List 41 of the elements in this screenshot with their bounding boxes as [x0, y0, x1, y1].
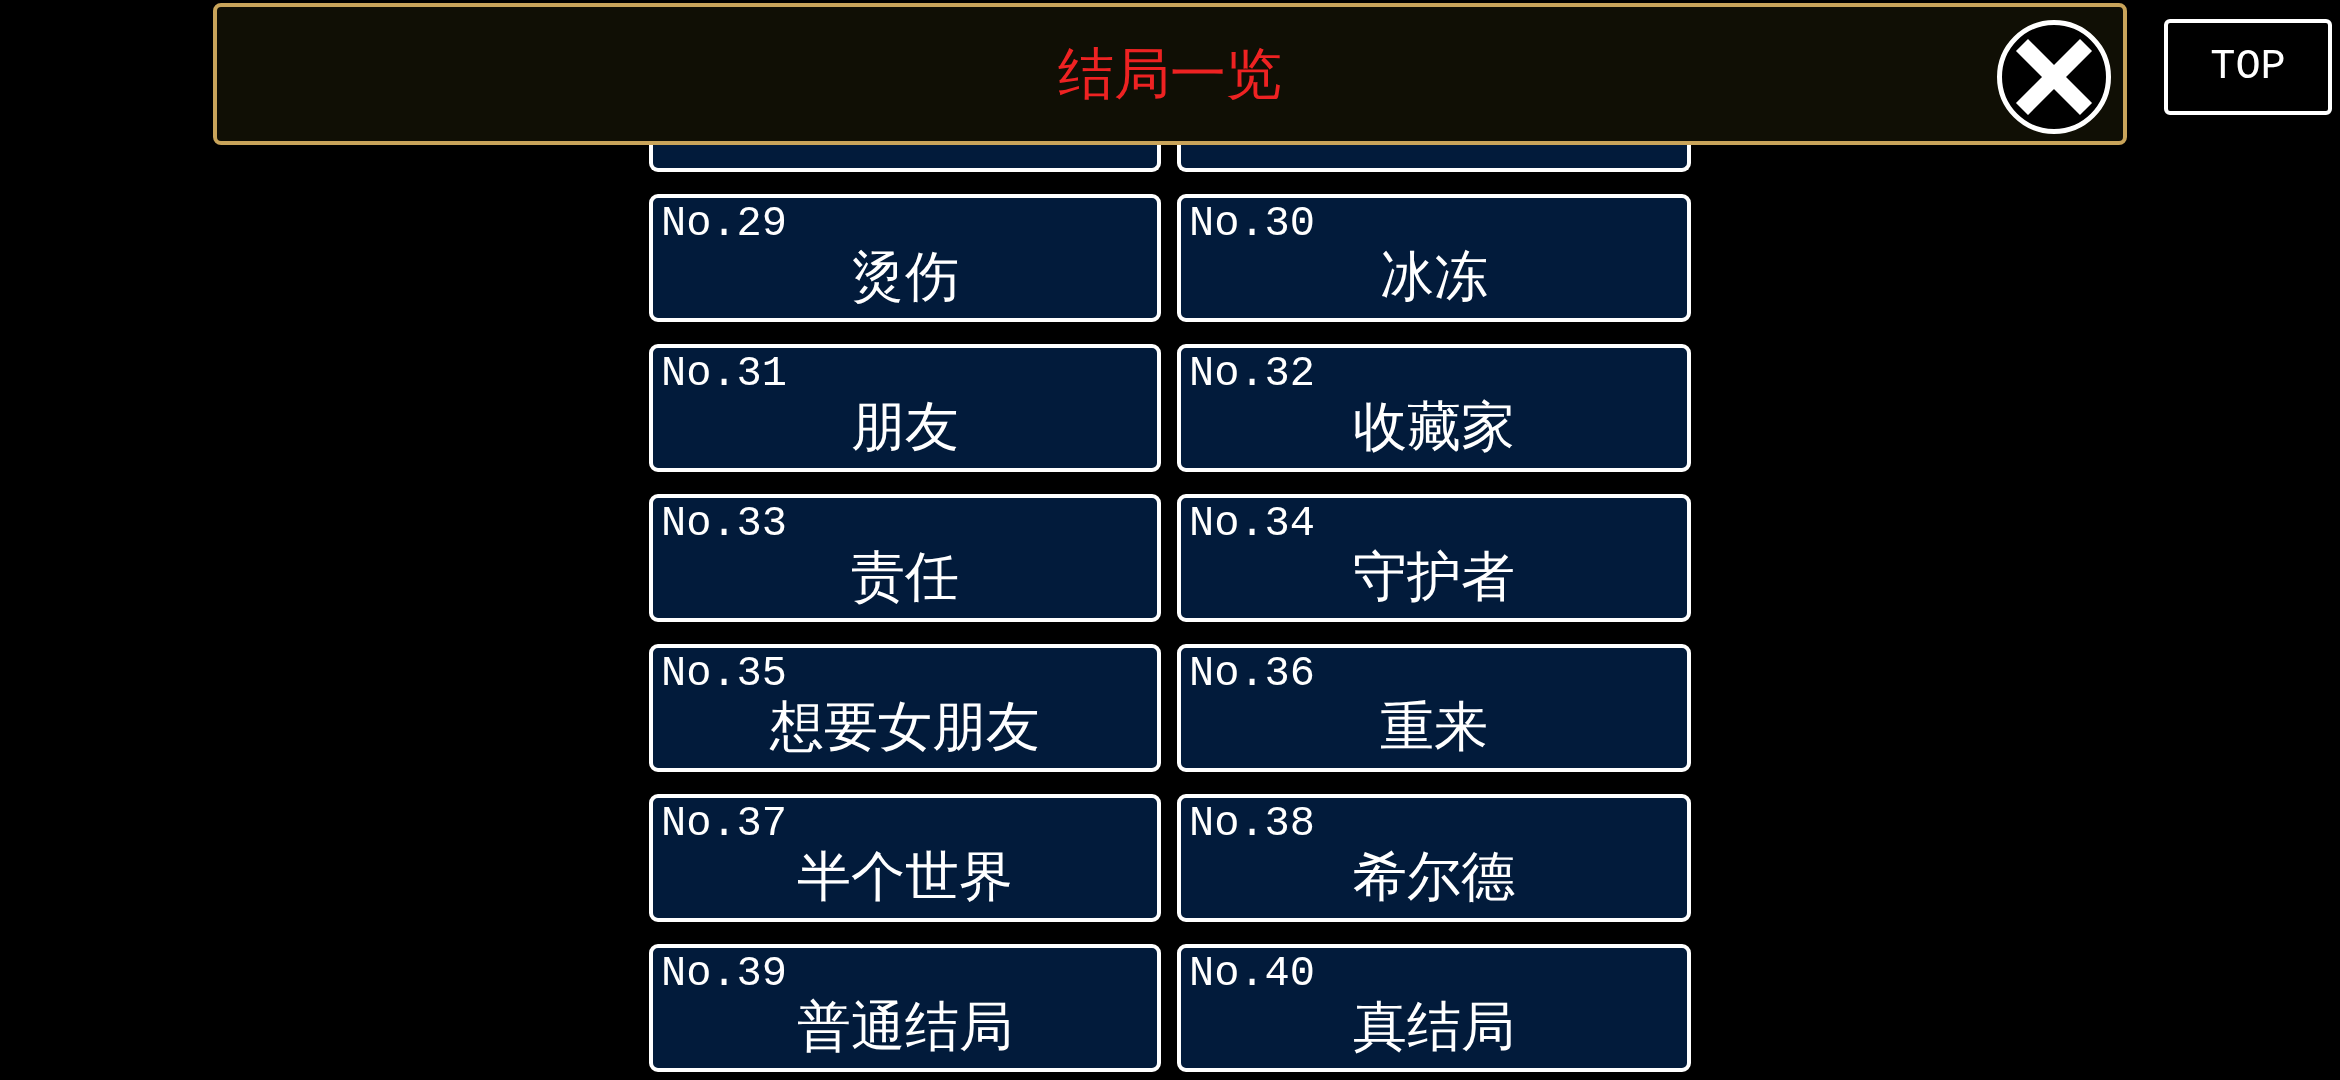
ending-card[interactable]: No.40 真结局	[1177, 944, 1691, 1072]
ending-card[interactable]	[1177, 145, 1691, 172]
ending-number: No.40	[1189, 953, 1316, 995]
ending-title: 守护者	[1353, 550, 1515, 604]
ending-title: 半个世界	[797, 850, 1013, 904]
ending-number: No.36	[1189, 653, 1316, 695]
ending-number: No.29	[661, 203, 788, 245]
ending-number: No.35	[661, 653, 788, 695]
ending-title: 烫伤	[851, 250, 959, 304]
ending-title: 希尔德	[1353, 850, 1515, 904]
ending-title: 冰冻	[1380, 250, 1488, 304]
ending-title: 想要女朋友	[770, 700, 1040, 754]
ending-number: No.33	[661, 503, 788, 545]
ending-title: 重来	[1380, 700, 1488, 754]
ending-card[interactable]: No.39 普通结局	[649, 944, 1161, 1072]
ending-title: 普通结局	[797, 1000, 1013, 1054]
ending-number: No.32	[1189, 353, 1316, 395]
top-button[interactable]: TOP	[2164, 19, 2332, 115]
ending-card[interactable]: No.37 半个世界	[649, 794, 1161, 922]
ending-number: No.34	[1189, 503, 1316, 545]
ending-title: 朋友	[851, 400, 959, 454]
ending-card[interactable]: No.38 希尔德	[1177, 794, 1691, 922]
ending-number: No.37	[661, 803, 788, 845]
ending-card[interactable]: No.36 重来	[1177, 644, 1691, 772]
ending-card[interactable]: No.32 收藏家	[1177, 344, 1691, 472]
ending-number: No.31	[661, 353, 788, 395]
ending-title: 收藏家	[1353, 400, 1515, 454]
ending-card[interactable]: No.29 烫伤	[649, 194, 1161, 322]
screen-title: 结局一览	[1058, 46, 1282, 102]
ending-card[interactable]: No.33 责任	[649, 494, 1161, 622]
ending-card[interactable]: No.31 朋友	[649, 344, 1161, 472]
ending-number: No.39	[661, 953, 788, 995]
ending-title: 责任	[851, 550, 959, 604]
ending-card[interactable]	[649, 145, 1161, 172]
ending-card[interactable]: No.34 守护者	[1177, 494, 1691, 622]
ending-number: No.30	[1189, 203, 1316, 245]
ending-card[interactable]: No.35 想要女朋友	[649, 644, 1161, 772]
ending-card[interactable]: No.30 冰冻	[1177, 194, 1691, 322]
ending-title: 真结局	[1353, 1000, 1515, 1054]
ending-number: No.38	[1189, 803, 1316, 845]
close-icon[interactable]	[1997, 20, 2111, 134]
